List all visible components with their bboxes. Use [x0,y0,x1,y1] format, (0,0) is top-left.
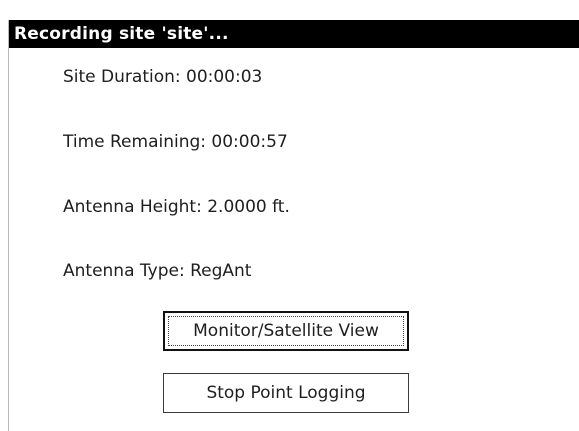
stop-point-logging-button[interactable]: Stop Point Logging [163,373,409,413]
monitor-satellite-view-label: Monitor/Satellite View [193,321,379,341]
time-remaining-text: Time Remaining: 00:00:57 [63,132,288,152]
stop-point-logging-label: Stop Point Logging [206,383,366,403]
antenna-type-text: Antenna Type: RegAnt [63,261,252,281]
monitor-satellite-view-button[interactable]: Monitor/Satellite View [163,311,409,351]
recording-dialog: Recording site 'site'... Site Duration: … [8,20,579,431]
dialog-title: Recording site 'site'... [9,20,579,48]
antenna-height-text: Antenna Height: 2.0000 ft. [63,197,290,217]
site-duration-text: Site Duration: 00:00:03 [63,67,263,87]
